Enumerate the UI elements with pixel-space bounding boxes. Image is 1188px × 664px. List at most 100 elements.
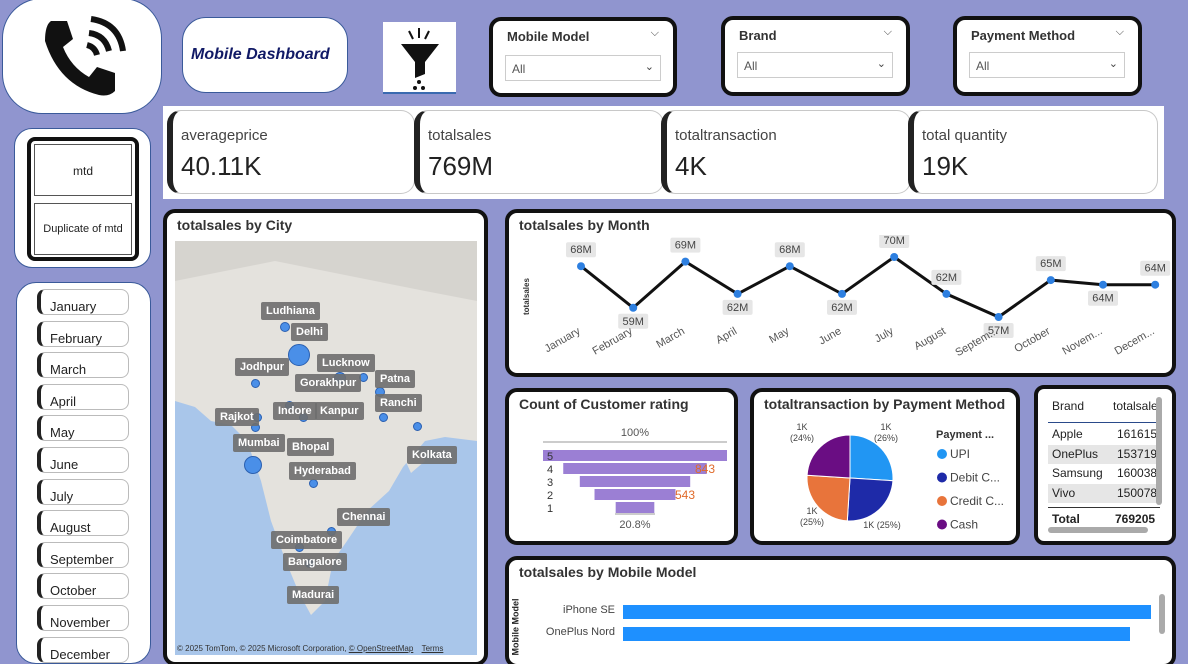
logo-card	[2, 0, 162, 114]
line-point[interactable]	[1099, 280, 1107, 289]
line-point[interactable]	[942, 289, 951, 298]
month-item-june[interactable]: June	[37, 447, 129, 473]
month-item-september[interactable]: September	[37, 541, 129, 568]
funnel-bar[interactable]	[543, 450, 727, 461]
funnel-category: 1	[547, 503, 553, 515]
table-total-value: 769205	[1115, 512, 1156, 526]
map-title: totalsales by City	[177, 217, 293, 233]
chevron-up-icon[interactable]: ⌵	[651, 27, 659, 40]
line-point[interactable]	[577, 262, 585, 271]
city-bubble[interactable]	[412, 421, 422, 431]
legend-marker	[937, 519, 947, 530]
funnel-category: 5	[547, 451, 553, 463]
bookmark-mtd[interactable]: mtd	[34, 144, 132, 196]
line-data-label: 65M	[1035, 256, 1066, 272]
month-item-october[interactable]: October	[37, 573, 129, 600]
pie-data-label-pct: (24%)	[790, 433, 814, 443]
funnel-bar[interactable]	[579, 476, 691, 487]
pie-chart[interactable]: 1K(26%)1K (25%)1K(25%)1K(24%) Payment ...…	[754, 416, 1016, 541]
line-point[interactable]	[890, 253, 899, 261]
line-point[interactable]	[994, 313, 1003, 321]
month-item-february[interactable]: February	[37, 320, 129, 347]
legend-marker	[937, 472, 947, 483]
legend-marker	[937, 496, 947, 506]
pie-data-label: 1K	[806, 506, 817, 516]
bar-oneplusnord[interactable]	[623, 627, 1130, 641]
line-point[interactable]	[733, 289, 742, 298]
svg-text:68M: 68M	[570, 244, 591, 256]
funnel-bar[interactable]	[615, 502, 655, 513]
line-x-tick: Septem...	[953, 325, 1000, 359]
mobile-model-dropdown[interactable]: All ⌄	[505, 55, 661, 81]
bar-scrollbar[interactable]	[1159, 594, 1165, 634]
city-bubble[interactable]	[280, 322, 290, 332]
line-chart-title: totalsales by Month	[519, 217, 650, 233]
month-item-december[interactable]: December	[37, 636, 129, 663]
chevron-up-icon[interactable]: ⌵	[884, 26, 892, 39]
table-cell-sales: 150078	[1117, 485, 1158, 500]
month-item-april[interactable]: April	[37, 383, 129, 410]
city-label-bangalore: Bangalore	[283, 553, 347, 571]
city-label-ludhiana: Ludhiana	[261, 302, 320, 320]
pie-legend-item[interactable]: Cash	[950, 518, 978, 532]
month-item-may[interactable]: May	[37, 415, 129, 442]
line-x-tick: Decem...	[1113, 325, 1157, 357]
pie-legend-title: Payment ...	[936, 429, 994, 441]
funnel-bar[interactable]	[563, 463, 707, 474]
city-bubble[interactable]	[250, 378, 260, 388]
line-point[interactable]	[1046, 276, 1055, 285]
osm-link[interactable]: © OpenStreetMap	[349, 644, 414, 653]
city-label-gorakhpur: Gorakhpur	[295, 374, 362, 392]
brand-dropdown[interactable]: All ⌄	[737, 52, 893, 78]
pie-legend-item[interactable]: Credit C...	[950, 494, 1004, 508]
payment-method-dropdown[interactable]: All ⌄	[969, 52, 1125, 78]
kpi-label: total quantity	[922, 127, 1008, 144]
city-label-hyderabad: Hyderabad	[289, 462, 356, 480]
city-label-kanpur: Kanpur	[315, 402, 364, 420]
funnel-bar[interactable]	[594, 489, 676, 500]
line-data-label: 68M	[566, 242, 596, 258]
line-point[interactable]	[629, 303, 638, 312]
table-vertical-scrollbar[interactable]	[1156, 397, 1162, 505]
month-item-november[interactable]: November	[37, 605, 129, 631]
kpi-total-quantity: total quantity 19K	[908, 110, 1158, 194]
line-point[interactable]	[785, 262, 794, 271]
bar-iphonese[interactable]	[623, 605, 1151, 619]
table-horizontal-scrollbar[interactable]	[1048, 527, 1148, 533]
city-bubble[interactable]	[288, 344, 310, 366]
svg-text:64M: 64M	[1092, 293, 1113, 305]
line-point[interactable]	[1151, 280, 1160, 289]
month-item-march[interactable]: March	[37, 352, 129, 379]
filter-button[interactable]	[383, 22, 456, 94]
table-cell-brand: Samsung	[1052, 466, 1103, 480]
bar-chart-card: totalsales by Mobile Model Mobile Model …	[505, 556, 1176, 664]
city-bubble[interactable]	[378, 412, 388, 422]
city-bubble[interactable]	[244, 456, 262, 474]
pie-slice-debitc[interactable]	[846, 477, 894, 522]
city-label-kolkata: Kolkata	[407, 446, 457, 464]
pie-legend-item[interactable]: UPI	[950, 447, 970, 461]
table-header-totalsales: totalsale	[1113, 399, 1158, 413]
month-item-january[interactable]: January	[37, 289, 129, 315]
chevron-up-icon[interactable]: ⌵	[1116, 26, 1124, 39]
line-chart[interactable]: totalsales68M59M69M62M68M62M70M62M57M65M…	[509, 235, 1172, 375]
city-label-mumbai: Mumbai	[233, 434, 285, 452]
city-label-chennai: Chennai	[337, 508, 391, 526]
bookmark-panel: mtd Duplicate of mtd	[14, 128, 151, 268]
kpi-value: 40.11K	[181, 151, 262, 181]
bookmark-duplicate-mtd[interactable]: Duplicate of mtd	[34, 203, 132, 255]
month-item-july[interactable]: July	[37, 478, 129, 505]
map-canvas[interactable]: Ludhiana Delhi Lucknow Jodhpur Gorakhpur Patn…	[175, 241, 477, 655]
line-point[interactable]	[681, 257, 690, 266]
terms-link[interactable]: Terms	[422, 644, 444, 653]
funnel-card: Count of Customer rating 100% 5 4 3 2 1 843 543…	[505, 388, 738, 545]
table-total-rule	[1048, 507, 1160, 508]
line-point[interactable]	[838, 289, 846, 298]
filter-funnel-icon	[401, 28, 439, 90]
month-item-august[interactable]: August	[37, 510, 129, 537]
funnel-chart[interactable]: 100%5432184354320.8%	[509, 416, 734, 541]
dropdown-value: All	[976, 59, 990, 73]
line-data-label: 68M	[774, 242, 805, 258]
phone-icon	[45, 16, 126, 96]
pie-legend-item[interactable]: Debit C...	[950, 471, 1000, 485]
